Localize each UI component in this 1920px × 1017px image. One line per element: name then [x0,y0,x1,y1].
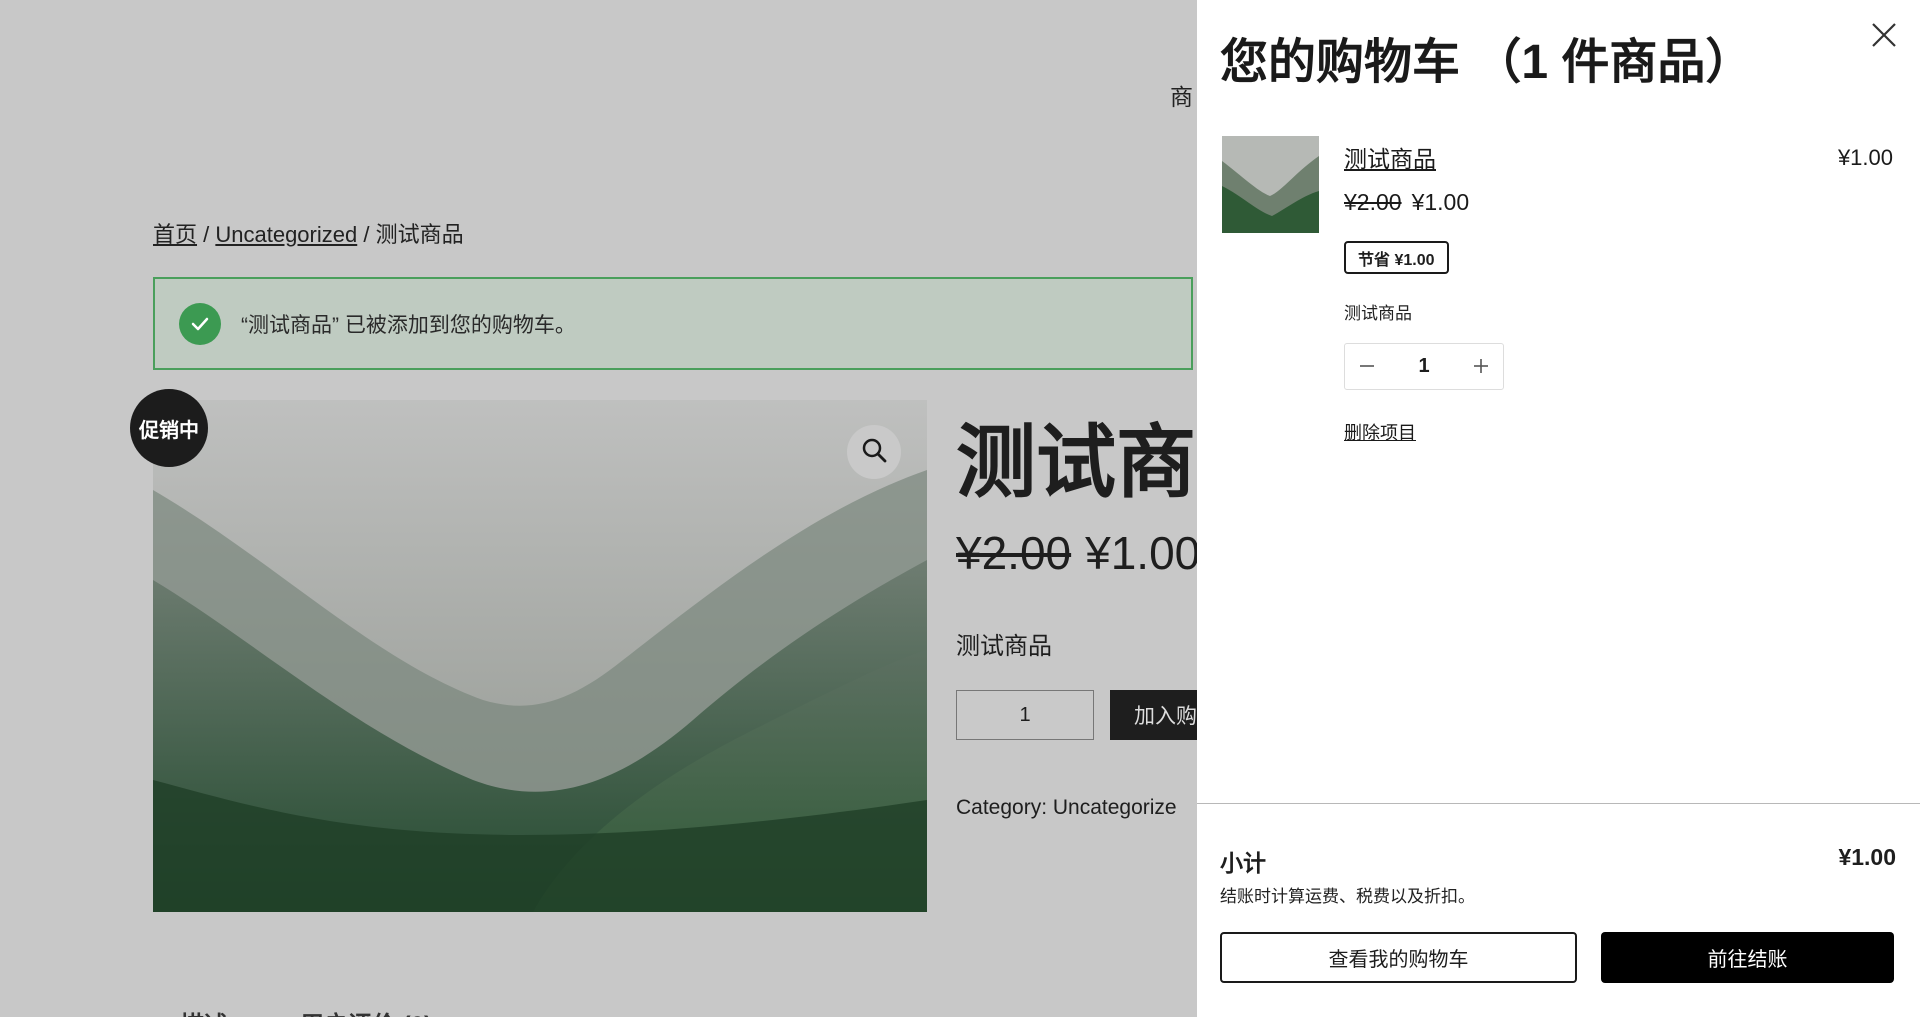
view-cart-button[interactable]: 查看我的购物车 [1220,932,1577,983]
savings-badge: 节省 ¥1.00 [1344,241,1449,274]
cart-item-name-link[interactable]: 测试商品 [1344,140,1436,174]
breadcrumb-current: 测试商品 [375,222,464,247]
cart-item-thumbnail[interactable] [1222,136,1319,233]
product-short-description: 测试商品 [956,633,1052,660]
cart-title: 您的购物车 （1 件商品） [1220,36,1754,89]
checkout-button[interactable]: 前往结账 [1601,932,1894,983]
cart-item-sale-price: ¥1.00 [1411,189,1470,215]
breadcrumb-category-link[interactable]: Uncategorized [215,222,357,247]
nav-menu-partial[interactable]: 商 [1170,78,1193,112]
close-button[interactable] [1869,20,1899,50]
product-title: 测试商 [956,418,1196,507]
cart-item-line-total: ¥1.00 [1837,145,1893,170]
product-category: Category: Uncategorize [956,796,1177,819]
breadcrumb-separator: / [357,222,376,247]
search-icon [861,437,887,468]
cart-item-prices: ¥2.00 ¥1.00 [1344,189,1469,216]
cart-item-description: 测试商品 [1344,304,1412,323]
breadcrumb: 首页 / Uncategorized / 测试商品 [153,217,464,249]
cart-footer: 小计 ¥1.00 结账时计算运费、税费以及折扣。 查看我的购物车 前往结账 [1197,803,1920,1017]
breadcrumb-home-link[interactable]: 首页 [153,222,197,247]
minus-icon [1358,351,1376,382]
product-tabs-partial[interactable]: 描述 用户评价 (0) [180,1005,432,1017]
product-image[interactable] [153,400,927,912]
added-to-cart-notice: “测试商品” 已被添加到您的购物车。 [153,277,1193,370]
breadcrumb-separator: / [197,222,216,247]
increase-quantity-button[interactable] [1459,344,1503,389]
quantity-stepper: 1 [1344,343,1504,390]
product-old-price: ¥2.00 [956,527,1072,579]
zoom-button[interactable] [847,425,901,479]
subtotal-label: 小计 [1220,850,1266,876]
subtotal-note: 结账时计算运费、税费以及折扣。 [1220,887,1475,906]
product-price: ¥2.00 ¥1.00 [956,526,1200,580]
close-icon [1869,23,1899,54]
subtotal-value: ¥1.00 [1838,844,1896,870]
product-sale-price: ¥1.00 [1085,527,1201,579]
product-quantity-input[interactable]: 1 [956,690,1094,740]
cart-drawer: 您的购物车 （1 件商品） 测试商品 ¥1.00 ¥2.00 ¥1.00 节省 ¥… [1197,0,1920,1017]
plus-icon [1472,351,1490,382]
quantity-value[interactable]: 1 [1418,355,1429,378]
remove-item-link[interactable]: 删除项目 [1344,419,1416,445]
check-icon [179,302,221,345]
sale-badge: 促销中 [130,389,208,467]
cart-item-old-price: ¥2.00 [1344,189,1402,215]
decrease-quantity-button[interactable] [1345,344,1389,389]
notice-text: “测试商品” 已被添加到您的购物车。 [241,313,576,337]
